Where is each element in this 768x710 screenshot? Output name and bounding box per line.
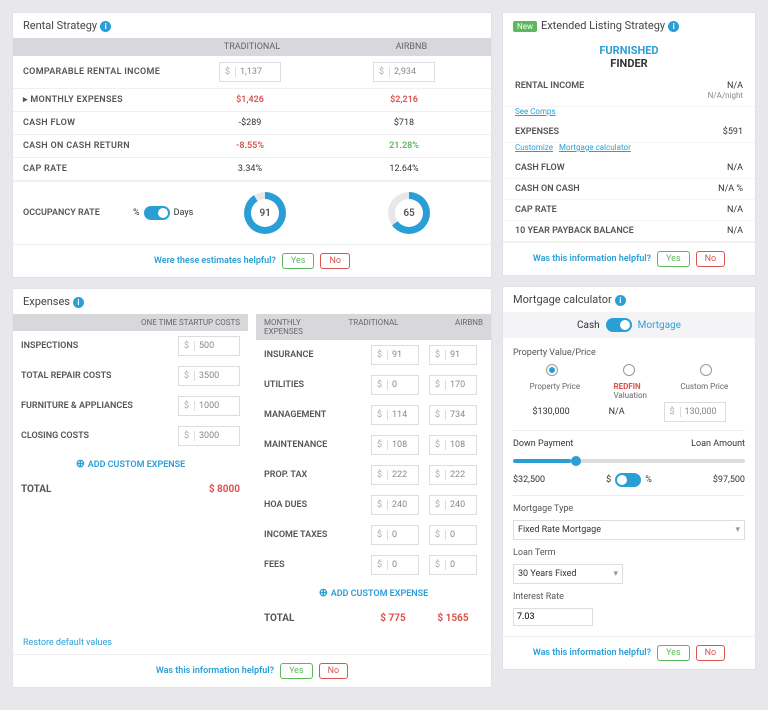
expenses-title: Expenses — [23, 295, 70, 308]
add-custom-monthly[interactable]: ADD CUSTOM EXPENSE — [256, 580, 491, 605]
info-icon[interactable]: i — [615, 295, 626, 306]
info-icon[interactable]: i — [668, 21, 679, 32]
row-me[interactable]: ▸ MONTHLY EXPENSES — [23, 95, 173, 105]
restore-defaults-link[interactable]: Restore default values — [13, 632, 491, 654]
occupancy-label: OCCUPANCY RATE — [23, 208, 133, 218]
fees-a-input[interactable]: $ — [429, 555, 477, 575]
currency-pct-toggle[interactable] — [615, 473, 641, 487]
inspections-input[interactable]: $ — [178, 336, 240, 356]
no-button[interactable]: No — [696, 645, 726, 661]
cri-airbnb-input[interactable]: $ — [373, 62, 435, 82]
maint-a-input[interactable]: $ — [429, 435, 477, 455]
no-button[interactable]: No — [320, 253, 350, 269]
loan-term-select[interactable]: 30 Years Fixed — [513, 564, 623, 584]
rental-strategy-card: Rental Strategyi TRADITIONALAIRBNB COMPA… — [12, 12, 492, 278]
pt-a-input[interactable]: $ — [429, 465, 477, 485]
row-cri: COMPARABLE RENTAL INCOME — [23, 67, 173, 77]
see-comps-link[interactable]: See Comps — [515, 107, 556, 116]
radio-redfin[interactable] — [623, 364, 635, 376]
it-t-input[interactable]: $ — [371, 525, 419, 545]
repair-input[interactable]: $ — [178, 366, 240, 386]
col-airbnb: AIRBNB — [332, 42, 491, 52]
yes-button[interactable]: Yes — [657, 645, 690, 661]
add-custom-startup[interactable]: ADD CUSTOM EXPENSE — [13, 451, 248, 476]
yes-button[interactable]: Yes — [657, 251, 690, 267]
custom-price-input[interactable]: $ — [664, 402, 726, 422]
mgmt-t-input[interactable]: $ — [371, 405, 419, 425]
maint-t-input[interactable]: $ — [371, 435, 419, 455]
ins-t-input[interactable]: $ — [371, 345, 419, 365]
fees-t-input[interactable]: $ — [371, 555, 419, 575]
ins-a-input[interactable]: $ — [429, 345, 477, 365]
down-payment-slider[interactable] — [513, 459, 745, 463]
expenses-card: Expensesi ONE TIME STARTUP COSTS INSPECT… — [12, 288, 492, 688]
info-icon[interactable]: i — [100, 21, 111, 32]
customize-link[interactable]: Customize — [515, 143, 553, 152]
hoa-a-input[interactable]: $ — [429, 495, 477, 515]
donut-airbnb: 65 — [388, 192, 430, 234]
feedback-text: Were these estimates helpful? — [154, 256, 276, 266]
row-coc: CASH ON CASH RETURN — [23, 141, 173, 151]
new-badge: New — [513, 21, 537, 32]
donut-trad: 91 — [244, 192, 286, 234]
mortgage-type-select[interactable]: Fixed Rate Mortgage — [513, 520, 745, 540]
col-traditional: TRADITIONAL — [172, 42, 331, 52]
pt-t-input[interactable]: $ — [371, 465, 419, 485]
furniture-input[interactable]: $ — [178, 396, 240, 416]
row-cf: CASH FLOW — [23, 118, 173, 128]
closing-input[interactable]: $ — [178, 426, 240, 446]
interest-rate-input[interactable] — [513, 608, 593, 626]
no-button[interactable]: No — [696, 251, 726, 267]
it-a-input[interactable]: $ — [429, 525, 477, 545]
hoa-t-input[interactable]: $ — [371, 495, 419, 515]
row-cap: CAP RATE — [23, 164, 173, 174]
mortgage-calc-link[interactable]: Mortgage calculator — [559, 143, 631, 152]
no-button[interactable]: No — [319, 663, 349, 679]
cash-mortgage-toggle[interactable] — [606, 318, 632, 332]
furnished-finder-logo: FURNISHEDFINDER — [503, 38, 755, 76]
radio-property-price[interactable] — [546, 364, 558, 376]
total-airbnb: $ 1565 — [423, 613, 483, 624]
total-trad: $ 775 — [363, 613, 423, 624]
yes-button[interactable]: Yes — [280, 663, 313, 679]
occ-toggle[interactable] — [144, 206, 170, 220]
extended-strategy-card: NewExtended Listing Strategyi FURNISHEDF… — [502, 12, 756, 276]
radio-custom[interactable] — [700, 364, 712, 376]
mortgage-calculator-card: Mortgage calculatori CashMortgage Proper… — [502, 286, 756, 670]
total-startup: $ 8000 — [209, 484, 240, 495]
cri-trad-input[interactable]: $ — [219, 62, 281, 82]
rental-title: Rental Strategy — [23, 19, 97, 32]
util-a-input[interactable]: $ — [429, 375, 477, 395]
util-t-input[interactable]: $ — [371, 375, 419, 395]
yes-button[interactable]: Yes — [282, 253, 315, 269]
info-icon[interactable]: i — [73, 297, 84, 308]
mgmt-a-input[interactable]: $ — [429, 405, 477, 425]
